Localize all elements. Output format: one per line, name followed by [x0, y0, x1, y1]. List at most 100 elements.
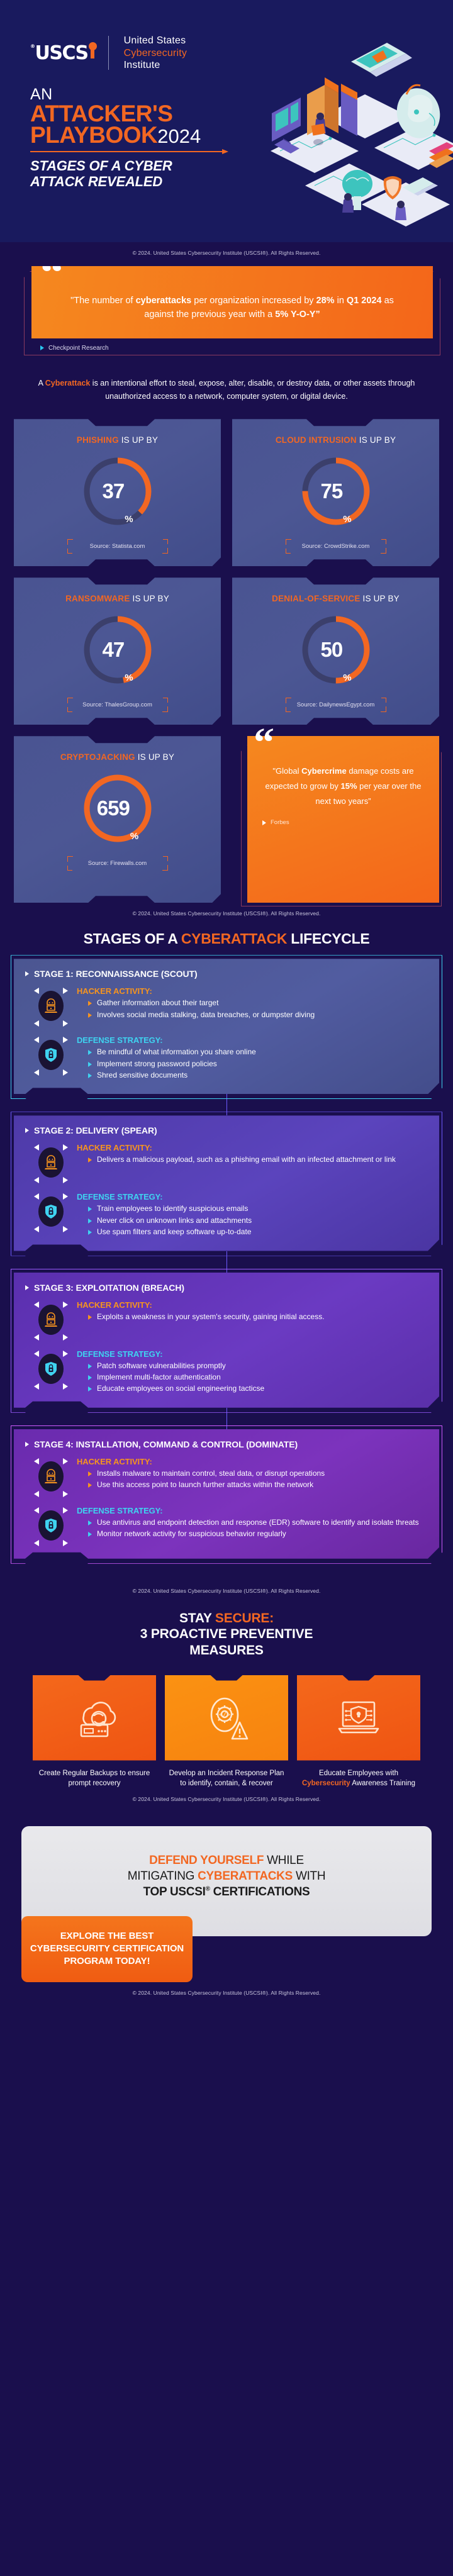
- stat-title-cryptojacking: CRYPTOJACKING IS UP BY: [24, 752, 211, 762]
- keyhole-icon: [88, 42, 97, 59]
- stat-card-ransomware: RANSOMWARE IS UP BY 47% Source: ThalesGr…: [14, 577, 221, 725]
- donut-value-cloud-intrusion: 75%: [299, 454, 373, 528]
- stage-card-1: STAGE 1: RECONNAISSANCE (SCOUT) HACKER A…: [14, 959, 439, 1116]
- stat-suffix-ransomware: IS UP BY: [130, 594, 169, 604]
- defense-strategy-label: DEFENSE STRATEGY:: [77, 1192, 163, 1202]
- donut-number-cloud-intrusion: 75: [320, 479, 343, 503]
- stage-title-2: STAGE 2: DELIVERY (SPEAR): [25, 1125, 428, 1135]
- hacker-activity-label: HACKER ACTIVITY:: [77, 986, 152, 996]
- measure-3: Educate Employees with Cybersecurity Awa…: [297, 1675, 420, 1788]
- list-item: Delivers a malicious payload, such as a …: [88, 1154, 428, 1165]
- hacker-bullets-4: Installs malware to maintain control, st…: [77, 1468, 428, 1491]
- donut-wrap-denial-of-service: 50%: [242, 611, 429, 689]
- stage-title-label-1: STAGE 1: RECONNAISSANCE (SCOUT): [34, 969, 198, 979]
- stat-source-label-ransomware: Source: ThalesGroup.com: [82, 701, 152, 709]
- stay-secure-heading: STAY SECURE: 3 PROACTIVE PREVENTIVE MEAS…: [0, 1602, 453, 1659]
- measure-caption-2: Develop an Incident Response Plan to ide…: [169, 1769, 284, 1787]
- donut-number-cryptojacking: 659: [96, 796, 130, 820]
- donut-wrap-cryptojacking: 659%: [24, 769, 211, 847]
- cloud-backup-icon: [80, 1701, 116, 1737]
- measure-tile-training: [297, 1675, 420, 1761]
- defense-strategy-label: DEFENSE STRATEGY:: [77, 1505, 163, 1515]
- donut-wrap-cloud-intrusion: 75%: [242, 452, 429, 530]
- hero-subtitle: STAGES OF A CYBER ATTACK REVEALED: [30, 158, 453, 189]
- quote-box: “ "The number of cyberattacks per organi…: [31, 266, 433, 338]
- list-item: Never click on unknown links and attachm…: [88, 1215, 428, 1226]
- stat-source-label-denial-of-service: Source: DailynewsEgypt.com: [296, 701, 375, 709]
- copyright-3: © 2024. United States Cybersecurity Inst…: [132, 1587, 321, 1594]
- stat-source-cryptojacking: Source: Firewalls.com: [67, 856, 168, 871]
- shield-lock-icon: [38, 1353, 64, 1384]
- stat-label-denial-of-service: DENIAL-OF-SERVICE: [272, 594, 361, 604]
- donut-pct-phishing: %: [125, 514, 133, 525]
- cta-line-1-rest: WHILE: [264, 1853, 304, 1867]
- hacker-bullets-3: Exploits a weakness in your system's sec…: [77, 1312, 428, 1322]
- stat-title-ransomware: RANSOMWARE IS UP BY: [24, 594, 211, 603]
- defense-block-3: DEFENSE STRATEGY: Patch software vulnera…: [25, 1349, 428, 1395]
- hero-year: 2024: [157, 125, 201, 147]
- cta-line-3: TOP USCSI® CERTIFICATIONS: [38, 1884, 415, 1900]
- hacker-activity-label: HACKER ACTIVITY:: [77, 1300, 152, 1310]
- defense-bullets-3: Patch software vulnerabilities promptly …: [77, 1361, 428, 1395]
- hero-section: ® USCS United States Cybersecurity Insti…: [0, 0, 453, 242]
- lifecycle-heading-part-1: STAGES OF A: [83, 930, 181, 947]
- donut-wrap-phishing: 37%: [24, 452, 211, 530]
- quote-bold-2: 28%: [316, 296, 335, 306]
- quote-bold-1: cyberattacks: [135, 296, 192, 306]
- stat-source-label-cloud-intrusion: Source: CrowdStrike.com: [301, 543, 370, 550]
- side-quote-card: “ "Global Cybercrime damage costs are ex…: [232, 722, 439, 903]
- list-item: Gather information about their target: [88, 998, 428, 1008]
- donut-pct-cloud-intrusion: %: [343, 514, 351, 525]
- measure-caption-3-highlight: Cybersecurity: [301, 1779, 350, 1787]
- donut-wrap-ransomware: 47%: [24, 611, 211, 689]
- measure-2: </> Develop an Incident Response Plan to…: [165, 1675, 288, 1788]
- list-item: Patch software vulnerabilities promptly: [88, 1361, 428, 1371]
- explore-program-button[interactable]: EXPLORE THE BEST CYBERSECURITY CERTIFICA…: [21, 1915, 193, 1982]
- defense-icon-badge: [34, 1037, 68, 1076]
- donut-value-denial-of-service: 50%: [299, 613, 373, 687]
- hero-subtitle-line1: STAGES OF A CYBER: [30, 158, 172, 174]
- defense-strategy-label: DEFENSE STRATEGY:: [77, 1035, 163, 1045]
- stat-card-cloud-intrusion: CLOUD INTRUSION IS UP BY 75% Source: Cro…: [232, 419, 439, 566]
- hacker-icon: [38, 1461, 64, 1492]
- measure-caption-3-part-2: Awareness Training: [350, 1779, 416, 1787]
- stage-title-1: STAGE 1: RECONNAISSANCE (SCOUT): [25, 969, 428, 979]
- list-item: Train employees to identify suspicious e…: [88, 1203, 428, 1214]
- quote-part-1: "The number of: [70, 296, 136, 306]
- registered-mark: ®: [30, 43, 35, 49]
- infographic-page: ® USCS United States Cybersecurity Insti…: [0, 0, 453, 2020]
- side-quote-bold-1: Cybercrime: [301, 766, 347, 776]
- brand-logo[interactable]: ® USCS United States Cybersecurity Insti…: [0, 0, 453, 72]
- stages-list: STAGE 1: RECONNAISSANCE (SCOUT) HACKER A…: [0, 959, 453, 1559]
- hacker-block-1: HACKER ACTIVITY: Gather information abou…: [25, 986, 428, 1027]
- stat-label-ransomware: RANSOMWARE: [65, 594, 130, 604]
- laptop-shield-icon: [338, 1701, 379, 1733]
- list-item: Exploits a weakness in your system's sec…: [88, 1312, 428, 1322]
- donut-number-phishing: 37: [102, 479, 125, 503]
- defense-strategy-label: DEFENSE STRATEGY:: [77, 1349, 163, 1359]
- stat-card-grid: PHISHING IS UP BY 37% Source: Statista.c…: [0, 406, 453, 903]
- hacker-block-4: HACKER ACTIVITY: Installs malware to mai…: [25, 1457, 428, 1497]
- hacker-activity-label: HACKER ACTIVITY:: [77, 1143, 152, 1153]
- stage-connector: [226, 1407, 227, 1429]
- hacker-bullets-2: Delivers a malicious payload, such as a …: [77, 1154, 428, 1165]
- hacker-icon-badge: [34, 1144, 68, 1184]
- list-item: Use spam filters and keep software up-to…: [88, 1227, 428, 1237]
- donut-chart-ransomware: 47%: [81, 613, 155, 687]
- stage-title-3: STAGE 3: EXPLOITATION (BREACH): [25, 1283, 428, 1293]
- side-quote-part-1: "Global: [272, 766, 302, 776]
- stat-source-label-phishing: Source: Statista.com: [89, 543, 145, 550]
- hacker-icon: [38, 991, 64, 1022]
- stat-card-denial-of-service: DENIAL-OF-SERVICE IS UP BY 50% Source: D…: [232, 577, 439, 725]
- hacker-block-2: HACKER ACTIVITY: Delivers a malicious pa…: [25, 1143, 428, 1184]
- stay-secure-line-2: 3 PROACTIVE PREVENTIVE: [140, 1627, 313, 1642]
- brand-line-2: Cybersecurity: [123, 47, 187, 59]
- stat-source-ransomware: Source: ThalesGroup.com: [67, 698, 168, 712]
- stat-suffix-cryptojacking: IS UP BY: [135, 752, 175, 762]
- hero-quote-text: "The number of cyberattacks per organiza…: [55, 294, 409, 322]
- stat-title-phishing: PHISHING IS UP BY: [24, 435, 211, 445]
- logo-divider: [108, 36, 109, 70]
- measure-1: Create Regular Backups to ensure prompt …: [33, 1675, 156, 1788]
- definition-part-2: is an intentional effort to steal, expos…: [90, 378, 415, 401]
- side-quote-box: “ "Global Cybercrime damage costs are ex…: [247, 722, 439, 903]
